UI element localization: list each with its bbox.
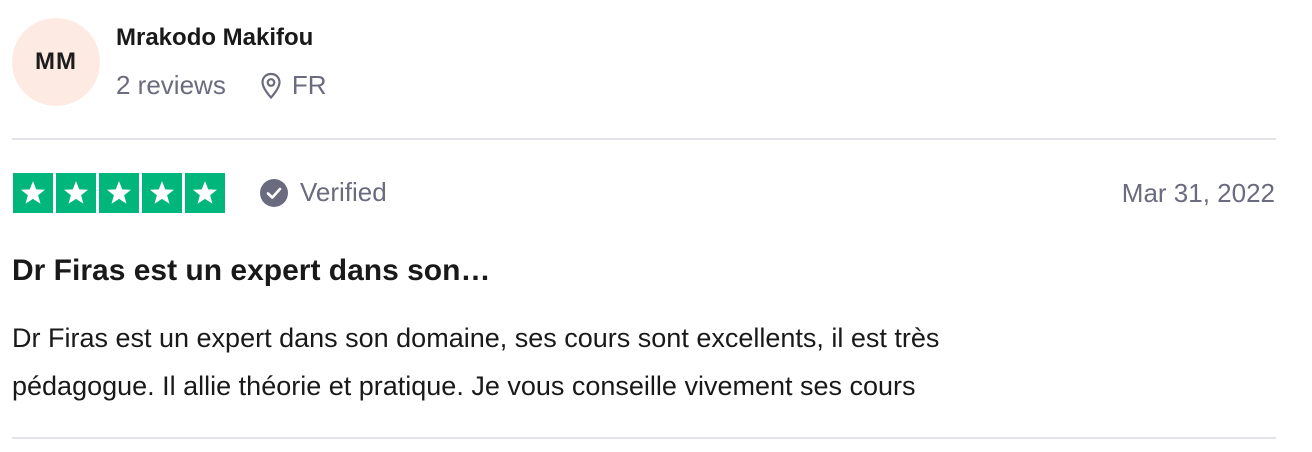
star-box xyxy=(185,173,225,213)
star-icon xyxy=(193,181,217,204)
avatar[interactable]: MM xyxy=(12,18,100,106)
verified-badge[interactable]: Verified xyxy=(260,177,387,208)
reviewer-location: FR xyxy=(260,70,327,101)
check-circle-icon xyxy=(260,178,288,207)
country-code: FR xyxy=(291,70,327,100)
reviewer-name[interactable]: Mrakodo Makifou xyxy=(116,24,313,52)
review-text: Dr Firas est un expert dans son domaine,… xyxy=(12,314,1252,410)
star-box xyxy=(56,173,96,213)
review-date: Mar 31, 2022 xyxy=(1121,178,1275,208)
review-text-line: Dr Firas est un expert dans son domaine,… xyxy=(12,323,940,353)
star-box xyxy=(99,173,139,213)
location-pin-icon xyxy=(261,72,281,99)
review-text-line: pédagogue. Il allie théorie et pratique.… xyxy=(12,371,916,401)
star-box xyxy=(142,173,182,213)
review-card: MM Mrakodo Makifou 2 reviews FR Verified… xyxy=(0,0,1312,452)
divider xyxy=(12,138,1276,140)
reviews-count: 2 reviews xyxy=(116,70,226,100)
reviewer-meta: 2 reviews FR xyxy=(116,70,327,101)
star-icon xyxy=(150,181,174,204)
review-title[interactable]: Dr Firas est un expert dans son… xyxy=(12,254,490,288)
star-icon xyxy=(64,181,88,204)
star-icon xyxy=(21,181,45,204)
verified-label: Verified xyxy=(300,177,387,207)
star-box xyxy=(13,173,53,213)
star-rating xyxy=(13,173,225,213)
divider xyxy=(12,437,1276,439)
star-icon xyxy=(107,181,131,204)
